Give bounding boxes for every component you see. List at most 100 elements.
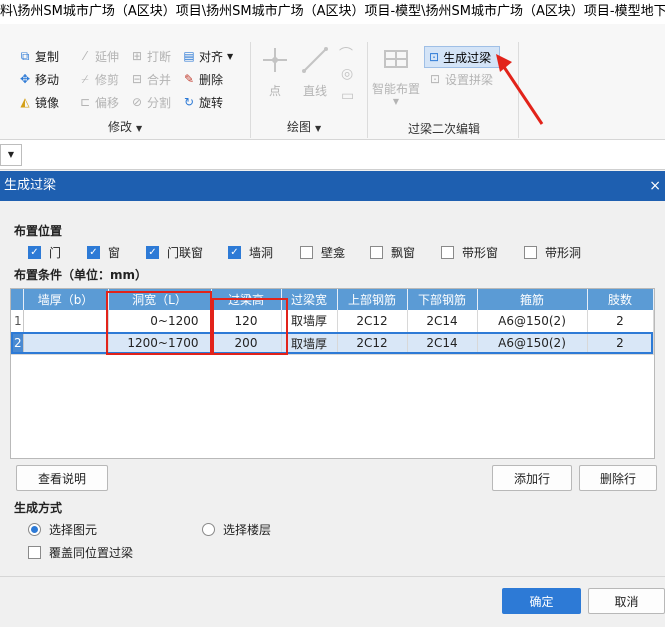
column-header[interactable]: 肢数	[587, 289, 654, 310]
chevron-down-icon[interactable]: ▼	[0, 144, 22, 166]
extend-icon: ⁄	[83, 49, 86, 63]
arc-icon[interactable]: ⌒	[339, 44, 353, 64]
break-icon: ⊞	[131, 49, 143, 63]
checkbox-wall-opening[interactable]: ✓ 墙洞	[228, 244, 273, 261]
ok-button[interactable]: 确定	[502, 588, 581, 614]
mirror-button[interactable]: ◭ 镜像	[18, 92, 59, 112]
line-icon	[299, 44, 331, 76]
radio-select-floors[interactable]: 选择楼层	[202, 521, 271, 538]
align-icon: ▤	[183, 49, 195, 63]
table-cell[interactable]: A6@150(2)	[477, 310, 588, 333]
copy-button[interactable]: ⧉ 复制	[18, 46, 59, 66]
checkbox-door-window[interactable]: ✓ 门联窗	[146, 244, 203, 261]
row-number[interactable]: 1	[11, 310, 24, 333]
table-cell[interactable]: 2	[587, 332, 654, 355]
delete-row-button[interactable]: 删除行	[579, 465, 657, 491]
chevron-down-icon: ▼	[227, 51, 234, 61]
set-combo-beam-icon: ⊡	[429, 72, 441, 86]
draw-group: 点 直线 ⌒ ◎ ▭ 绘图 ▼	[251, 38, 367, 138]
column-header[interactable]: 过梁宽	[281, 289, 338, 310]
merge-icon: ⊟	[131, 72, 143, 86]
copy-icon: ⧉	[20, 49, 30, 63]
table-cell[interactable]: A6@150(2)	[477, 332, 588, 355]
circle-icon[interactable]: ◎	[341, 66, 353, 82]
toolbar-strip: ▼	[0, 140, 665, 170]
rectangle-icon[interactable]: ▭	[341, 88, 354, 104]
column-header[interactable]: 墙厚（b）	[23, 289, 109, 310]
row-number-header	[11, 289, 24, 310]
column-header[interactable]: 下部钢筋	[407, 289, 478, 310]
table-cell[interactable]: 2	[587, 310, 654, 333]
point-button[interactable]: 点	[259, 44, 291, 99]
checkbox-strip-opening[interactable]: 带形洞	[524, 244, 581, 261]
delete-button[interactable]: ✎ 删除	[182, 69, 223, 89]
trim-button[interactable]: ⌿ 修剪	[78, 69, 119, 89]
table-cell[interactable]: 取墙厚	[281, 310, 338, 333]
highlight-box-width-column	[106, 291, 212, 355]
table-cell[interactable]: 2C14	[407, 332, 478, 355]
cancel-button[interactable]: 取消	[588, 588, 665, 614]
dialog-body: 布置位置 ✓ 门 ✓ 窗 ✓ 门联窗 ✓ 墙洞 壁龛 飘窗 带形窗 带形洞 布置条件（单…	[0, 201, 665, 627]
table-cell[interactable]: 取墙厚	[281, 332, 338, 355]
align-button[interactable]: ▤ 对齐 ▼	[182, 46, 233, 66]
chevron-down-icon: ▼	[315, 124, 322, 133]
generate-lintel-icon: ⊡	[429, 50, 440, 64]
draw-group-label[interactable]: 绘图 ▼	[287, 118, 321, 135]
modify-group-label[interactable]: 修改 ▼	[108, 118, 142, 135]
row-number[interactable]: 2	[11, 332, 24, 355]
dialog-title-bar: 生成过梁 ×	[0, 171, 665, 201]
table-cell[interactable]	[23, 332, 109, 355]
generate-mode-label: 生成方式	[14, 501, 63, 515]
extend-button[interactable]: ⁄ 延伸	[78, 46, 119, 66]
modify-group: ⧉ 复制 ⁄ 延伸 ⊞ 打断 ▤ 对齐 ▼ ✥ 移动 ⌿ 修剪 ⊟ 合并 ✎ 删除 ◭ 镜像 ⊏ 偏移	[0, 38, 250, 138]
rotate-button[interactable]: ↻ 旋转	[182, 92, 223, 112]
checkbox-bay-window[interactable]: 飘窗	[370, 244, 415, 261]
move-button[interactable]: ✥ 移动	[18, 69, 59, 89]
red-arrow-annotation	[496, 54, 544, 125]
check-icon: ✓	[228, 246, 241, 259]
layout-conditions-label: 布置条件（单位：mm）	[14, 268, 148, 282]
highlight-box-height-column	[212, 298, 288, 355]
point-icon	[259, 44, 291, 76]
column-header[interactable]: 上部钢筋	[337, 289, 408, 310]
column-header[interactable]: 箍筋	[477, 289, 588, 310]
offset-icon: ⊏	[79, 95, 91, 109]
offset-button[interactable]: ⊏ 偏移	[78, 92, 119, 112]
checkbox-window[interactable]: ✓ 窗	[87, 244, 120, 261]
view-description-button[interactable]: 查看说明	[16, 465, 108, 491]
split-button[interactable]: ⊘ 分割	[130, 92, 171, 112]
delete-icon: ✎	[183, 72, 195, 86]
trim-icon: ⌿	[81, 72, 89, 86]
split-icon: ⊘	[131, 95, 143, 109]
line-button[interactable]: 直线	[299, 44, 331, 99]
dialog-title: 生成过梁	[4, 178, 57, 193]
checkbox-strip-window[interactable]: 带形窗	[441, 244, 498, 261]
app-title: 料\扬州SM城市广场（A区块）项目\扬州SM城市广场（A区块）项目-模型\扬州S…	[0, 0, 665, 24]
break-button[interactable]: ⊞ 打断	[130, 46, 171, 66]
set-combo-beam-button[interactable]: ⊡ 设置拼梁	[428, 69, 493, 89]
chevron-down-icon: ▼	[136, 124, 143, 133]
close-icon[interactable]: ×	[649, 171, 661, 201]
smart-layout-button[interactable]: 智能布置 ▼	[372, 44, 420, 106]
move-icon: ✥	[19, 72, 31, 86]
table-cell[interactable]: 2C12	[337, 310, 408, 333]
check-icon: ✓	[146, 246, 159, 259]
generate-lintel-button[interactable]: ⊡ 生成过梁	[424, 46, 500, 68]
table-cell[interactable]: 2C12	[337, 332, 408, 355]
smart-layout-icon	[380, 44, 412, 76]
add-row-button[interactable]: 添加行	[492, 465, 572, 491]
mirror-icon: ◭	[20, 95, 30, 109]
lintel-edit-group-label: 过梁二次编辑	[408, 122, 481, 136]
layout-position-label: 布置位置	[14, 224, 63, 238]
radio-select-elements[interactable]: 选择图元	[28, 521, 97, 538]
checkbox-overwrite-lintel[interactable]: 覆盖同位置过梁	[28, 544, 133, 561]
table-cell[interactable]	[23, 310, 109, 333]
checkbox-niche[interactable]: 壁龛	[300, 244, 345, 261]
table-cell[interactable]: 2C14	[407, 310, 478, 333]
merge-button[interactable]: ⊟ 合并	[130, 69, 171, 89]
checkbox-door[interactable]: ✓ 门	[28, 244, 61, 261]
rotate-icon: ↻	[183, 95, 195, 109]
chevron-down-icon: ▼	[392, 97, 400, 106]
check-icon: ✓	[28, 246, 41, 259]
divider	[0, 576, 665, 577]
